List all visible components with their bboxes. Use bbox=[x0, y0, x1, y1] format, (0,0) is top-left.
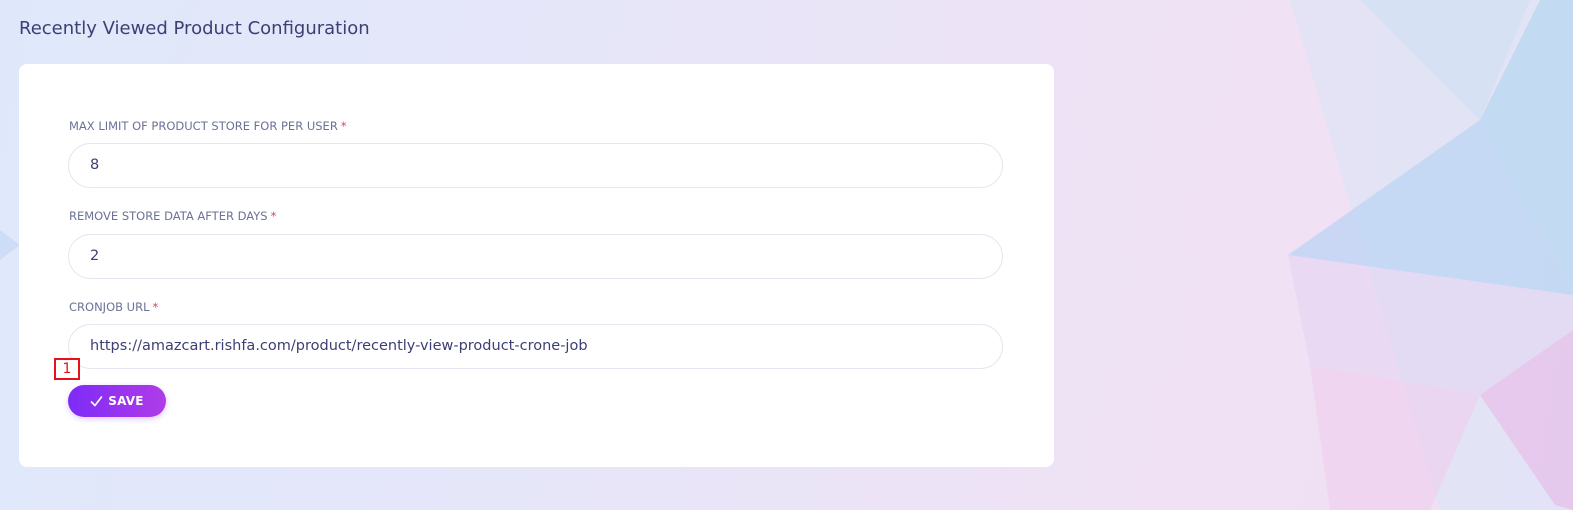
page-title: Recently Viewed Product Configuration bbox=[19, 18, 370, 39]
check-icon bbox=[90, 395, 103, 406]
required-asterisk: * bbox=[270, 209, 277, 223]
config-form-card: MAX LIMIT OF PRODUCT STORE FOR PER USER *… bbox=[19, 64, 1054, 467]
required-asterisk: * bbox=[340, 119, 347, 133]
max-limit-input[interactable]: 8 bbox=[68, 143, 1003, 188]
remove-days-input[interactable]: 2 bbox=[68, 234, 1003, 279]
cronjob-url-label: CRONJOB URL * bbox=[69, 300, 159, 314]
required-asterisk: * bbox=[152, 300, 159, 314]
annotation-marker: 1 bbox=[54, 358, 80, 380]
cronjob-url-value: https://amazcart.rishfa.com/product/rece… bbox=[90, 338, 588, 354]
save-button-label: SAVE bbox=[108, 394, 144, 408]
remove-days-value: 2 bbox=[90, 248, 100, 264]
max-limit-label: MAX LIMIT OF PRODUCT STORE FOR PER USER * bbox=[69, 119, 347, 133]
max-limit-value: 8 bbox=[90, 157, 100, 173]
save-button[interactable]: SAVE bbox=[68, 385, 166, 417]
remove-days-label: REMOVE STORE DATA AFTER DAYS * bbox=[69, 209, 277, 223]
cronjob-url-input[interactable]: https://amazcart.rishfa.com/product/rece… bbox=[68, 324, 1003, 369]
